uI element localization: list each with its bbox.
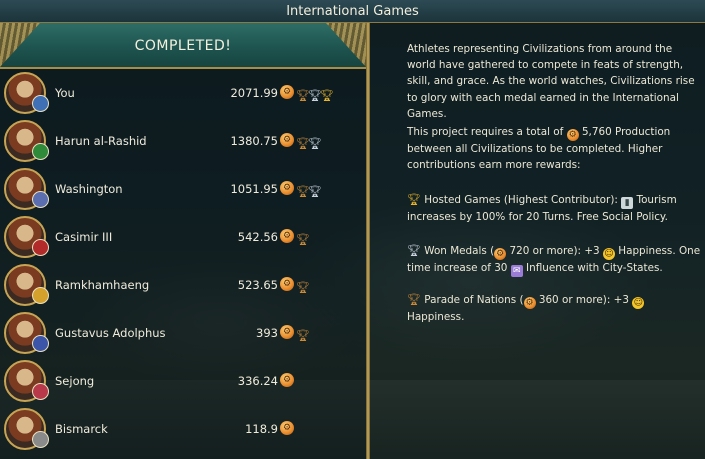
window-title: International Games <box>286 4 419 19</box>
gold-trophy-icon: 🏆︎ <box>407 193 421 206</box>
medal-group: 🏆︎🏆︎🏆︎ <box>296 84 334 102</box>
requirement-amount: 5,760 Production <box>581 126 671 138</box>
hosted-text-a: Tourism <box>636 194 677 206</box>
requirement-tail: between all Civilizations to be complete… <box>407 143 663 172</box>
civ-emblem-icon <box>32 95 49 112</box>
production-icon: ⚙ <box>566 129 579 141</box>
civ-emblem-icon <box>32 383 49 400</box>
banner-label: COMPLETED! <box>134 38 232 54</box>
medal-group: 🏆︎ <box>296 228 310 246</box>
leaderboard-row[interactable]: Washington 1051.95 ⚙ 🏆︎🏆︎ <box>0 165 366 213</box>
bronze-trophy-icon: 🏆︎ <box>296 329 310 342</box>
leader-name: Sejong <box>55 374 95 388</box>
intro-paragraph: Athletes representing Civilizations from… <box>407 43 695 120</box>
contribution-score: 1380.75 <box>230 134 278 148</box>
parade-amount: 360 or more): +3 <box>538 294 629 306</box>
production-icon: ⚙ <box>523 297 536 309</box>
leader-name: Ramkhamhaeng <box>55 278 150 292</box>
medal-group: 🏆︎🏆︎ <box>296 132 322 150</box>
leader-name: Gustavus Adolphus <box>55 326 166 340</box>
won-medals-paragraph: 🏆︎ Won Medals (⚙ 720 or more): +3 ☺ Happ… <box>407 243 703 277</box>
production-icon: ⚙ <box>280 133 294 147</box>
leaderboard-row[interactable]: Casimir III 542.56 ⚙ 🏆︎ <box>0 213 366 261</box>
contribution-score: 393 <box>256 326 278 340</box>
bronze-trophy-icon: 🏆︎ <box>296 137 310 150</box>
bronze-trophy-icon: 🏆︎ <box>407 293 421 306</box>
production-icon: ⚙ <box>280 421 294 435</box>
production-icon: ⚙ <box>280 181 294 195</box>
contribution-score: 542.56 <box>237 230 278 244</box>
hosted-games-paragraph: 🏆︎ Hosted Games (Highest Contributor): ▮… <box>407 192 703 225</box>
won-text-a: Happiness. <box>618 245 676 257</box>
production-icon: ⚙ <box>280 229 294 243</box>
leader-name: Washington <box>55 182 123 196</box>
leader-name: You <box>55 86 75 100</box>
parade-paragraph: 🏆︎ Parade of Nations (⚙ 360 or more): +3… <box>407 292 703 325</box>
contribution-score: 336.24 <box>237 374 278 388</box>
civ-emblem-icon <box>32 239 49 256</box>
hosted-label: Hosted Games (Highest Contributor): <box>424 194 618 206</box>
production-icon: ⚙ <box>280 85 294 99</box>
happiness-icon: ☺ <box>602 248 615 260</box>
leaderboard-row[interactable]: Bismarck 118.9 ⚙ <box>0 405 366 453</box>
civ-emblem-icon <box>32 143 49 160</box>
leaderboard-row[interactable]: Harun al-Rashid 1380.75 ⚙ 🏆︎🏆︎ <box>0 117 366 165</box>
parade-text: Happiness. <box>407 311 465 323</box>
production-icon: ⚙ <box>494 248 507 260</box>
leaderboard-row[interactable]: Sejong 336.24 ⚙ <box>0 357 366 405</box>
leaderboard-row[interactable]: Ramkhamhaeng 523.65 ⚙ 🏆︎ <box>0 261 366 309</box>
hosted-text-b: increases by 100% for 20 Turns. Free Soc… <box>407 211 668 223</box>
civ-emblem-icon <box>32 431 49 448</box>
medal-group: 🏆︎ <box>296 324 310 342</box>
contribution-score: 1051.95 <box>230 182 278 196</box>
leader-name: Casimir III <box>55 230 113 244</box>
influence-icon: ✉ <box>510 265 523 277</box>
bronze-trophy-icon: 🏆︎ <box>296 281 310 294</box>
leaderboard-row[interactable]: You 2071.99 ⚙ 🏆︎🏆︎🏆︎ <box>0 69 366 117</box>
civ-emblem-icon <box>32 287 49 304</box>
production-icon: ⚙ <box>280 325 294 339</box>
leader-name: Bismarck <box>55 422 108 436</box>
won-text-c: Influence with City-States. <box>526 262 663 274</box>
contribution-score: 2071.99 <box>230 86 278 100</box>
requirement-paragraph: This project requires a total of ⚙ 5,760… <box>407 124 703 173</box>
happiness-icon: ☺ <box>632 297 645 309</box>
silver-trophy-icon: 🏆︎ <box>308 185 322 198</box>
requirement-text: This project requires a total of <box>407 126 564 138</box>
parade-label: Parade of Nations ( <box>424 294 524 306</box>
medal-group: 🏆︎ <box>296 276 310 294</box>
silver-trophy-icon: 🏆︎ <box>407 244 421 257</box>
won-label: Won Medals ( <box>424 245 495 257</box>
tourism-icon: ▮ <box>621 197 634 209</box>
bronze-trophy-icon: 🏆︎ <box>296 233 310 246</box>
window-title-bar: International Games <box>0 0 705 23</box>
won-amount: 720 or more): +3 <box>509 245 600 257</box>
production-icon: ⚙ <box>280 373 294 387</box>
completed-banner: COMPLETED! <box>0 23 366 69</box>
medal-group: 🏆︎🏆︎ <box>296 180 322 198</box>
silver-trophy-icon: 🏆︎ <box>308 89 322 102</box>
silver-trophy-icon: 🏆︎ <box>308 137 322 150</box>
leaderboard-row[interactable]: Gustavus Adolphus 393 ⚙ 🏆︎ <box>0 309 366 357</box>
contribution-score: 523.65 <box>237 278 278 292</box>
gold-trophy-icon: 🏆︎ <box>320 89 334 102</box>
leader-name: Harun al-Rashid <box>55 134 147 148</box>
civ-emblem-icon <box>32 191 49 208</box>
production-icon: ⚙ <box>280 277 294 291</box>
contribution-score: 118.9 <box>245 422 278 436</box>
civ-emblem-icon <box>32 335 49 352</box>
leaderboard-list: You 2071.99 ⚙ 🏆︎🏆︎🏆︎ Harun al-Rashid 1380.75 ⚙… <box>0 69 366 453</box>
bronze-trophy-icon: 🏆︎ <box>296 89 310 102</box>
bronze-trophy-icon: 🏆︎ <box>296 185 310 198</box>
